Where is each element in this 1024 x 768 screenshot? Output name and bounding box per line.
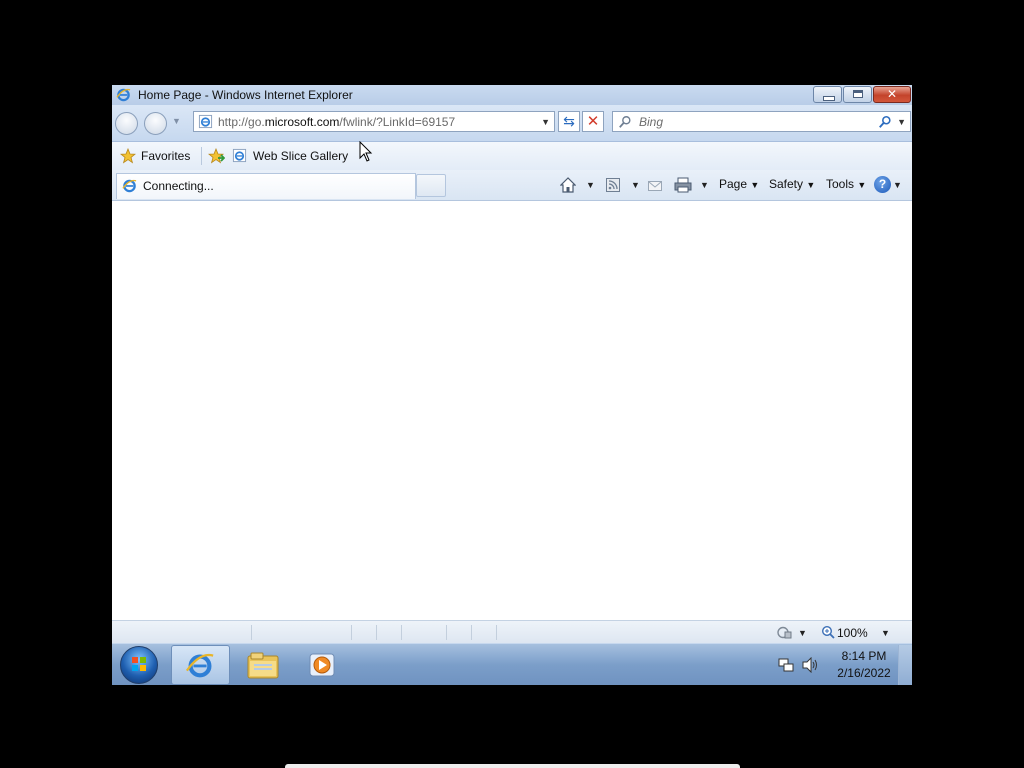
web-slice-page-icon: [232, 148, 247, 163]
feeds-icon[interactable]: [606, 176, 620, 194]
new-tab-button[interactable]: [416, 174, 446, 197]
title-bar[interactable]: Home Page - Windows Internet Explorer ✕: [112, 85, 912, 105]
restore-button[interactable]: [843, 86, 872, 103]
protected-mode-dropdown-icon[interactable]: ▼: [798, 628, 807, 638]
tab-row: Connecting... ▼ ▼ ▼ Page ▼ Safety ▼ Tool…: [112, 170, 912, 201]
minimize-button[interactable]: [813, 86, 842, 103]
stop-icon: ✕: [586, 113, 600, 130]
mouse-cursor-icon: [359, 141, 373, 162]
navigation-bar: ▼ http://go.microsoft.com/fwlink/?LinkId…: [112, 105, 912, 142]
page-content-area[interactable]: [112, 201, 912, 620]
back-button[interactable]: [115, 112, 138, 135]
internet-explorer-icon: [116, 88, 131, 102]
home-dropdown-icon[interactable]: ▼: [586, 180, 595, 190]
refresh-icon: ⇆: [563, 113, 575, 129]
page-menu[interactable]: Page ▼: [719, 177, 759, 191]
close-button[interactable]: ✕: [873, 86, 911, 103]
address-dropdown-icon[interactable]: ▼: [541, 117, 550, 127]
tab-label: Connecting...: [143, 179, 214, 193]
status-divider: [446, 625, 447, 640]
home-icon[interactable]: [560, 176, 576, 194]
add-to-favorites-bar-icon[interactable]: [208, 148, 225, 164]
page-icon: [198, 114, 213, 129]
print-icon[interactable]: [674, 176, 692, 194]
read-mail-icon[interactable]: [648, 176, 662, 194]
safety-menu[interactable]: Safety ▼: [769, 177, 815, 191]
media-player-icon[interactable]: [308, 652, 338, 678]
status-divider: [401, 625, 402, 640]
address-url-path: /fwlink/?LinkId=69157: [339, 115, 456, 129]
print-dropdown-icon[interactable]: ▼: [700, 180, 709, 190]
address-url-prefix: http://go.: [218, 115, 265, 129]
minimize-icon: [823, 96, 835, 101]
favorites-star-icon: [120, 148, 136, 164]
address-bar[interactable]: http://go.microsoft.com/fwlink/?LinkId=6…: [193, 111, 555, 132]
refresh-button[interactable]: ⇆: [558, 111, 580, 132]
show-desktop-button[interactable]: [898, 645, 912, 685]
tab-connecting[interactable]: Connecting...: [116, 173, 416, 199]
zoom-level[interactable]: 100%: [837, 626, 868, 640]
taskbar-internet-explorer-button[interactable]: [171, 645, 230, 685]
volume-icon[interactable]: [802, 657, 819, 673]
clock-date[interactable]: 2/16/2022: [832, 666, 896, 680]
windows-explorer-icon[interactable]: [246, 650, 280, 680]
web-slice-gallery-link[interactable]: Web Slice Gallery: [253, 149, 348, 163]
protected-mode-icon[interactable]: [776, 625, 792, 640]
search-provider-icon: [619, 116, 631, 128]
search-icon[interactable]: [878, 115, 892, 129]
status-divider: [351, 625, 352, 640]
search-options-dropdown-icon[interactable]: ▼: [897, 117, 906, 127]
tools-menu-dropdown-icon: ▼: [857, 180, 867, 190]
search-box[interactable]: Bing ▼: [612, 111, 911, 132]
help-dropdown-icon[interactable]: ▼: [893, 180, 902, 190]
loading-page-icon: [122, 179, 137, 193]
close-icon: ✕: [886, 87, 898, 101]
page-menu-dropdown-icon: ▼: [750, 180, 760, 190]
forward-button[interactable]: [144, 112, 167, 135]
zoom-icon[interactable]: [821, 625, 835, 639]
restore-icon: [853, 90, 863, 98]
recent-pages-dropdown-icon[interactable]: ▼: [172, 116, 181, 126]
clock-time[interactable]: 8:14 PM: [834, 649, 894, 663]
address-url-domain: microsoft.com: [264, 115, 340, 129]
network-icon[interactable]: [778, 657, 794, 673]
status-divider: [496, 625, 497, 640]
window-title: Home Page - Windows Internet Explorer: [138, 88, 353, 102]
start-orb-icon: [132, 657, 146, 671]
status-divider: [376, 625, 377, 640]
feeds-dropdown-icon[interactable]: ▼: [631, 180, 640, 190]
safety-menu-label: Safety: [769, 177, 804, 191]
zoom-dropdown-icon[interactable]: ▼: [881, 628, 890, 638]
favorites-separator: [201, 147, 202, 165]
start-button[interactable]: [120, 646, 158, 684]
favorites-bar: Favorites Web Slice Gallery: [112, 142, 912, 170]
bottom-edge-bar: [285, 764, 740, 768]
taskbar: 8:14 PM 2/16/2022: [112, 643, 912, 685]
status-divider: [471, 625, 472, 640]
search-input[interactable]: Bing: [639, 115, 663, 129]
favorites-button[interactable]: Favorites: [141, 149, 190, 163]
status-bar: ▼ 100% ▼: [112, 620, 912, 644]
tools-menu-label: Tools: [826, 177, 855, 191]
address-url[interactable]: http://go.microsoft.com/fwlink/?LinkId=6…: [218, 115, 455, 129]
status-divider: [251, 625, 252, 640]
safety-menu-dropdown-icon: ▼: [806, 180, 816, 190]
ie-window: Home Page - Windows Internet Explorer ✕ …: [112, 85, 912, 685]
tools-menu[interactable]: Tools ▼: [826, 177, 866, 191]
help-icon[interactable]: ?: [874, 176, 891, 193]
internet-explorer-icon: [185, 653, 214, 678]
page-menu-label: Page: [719, 177, 748, 191]
stop-button[interactable]: ✕: [582, 111, 604, 132]
